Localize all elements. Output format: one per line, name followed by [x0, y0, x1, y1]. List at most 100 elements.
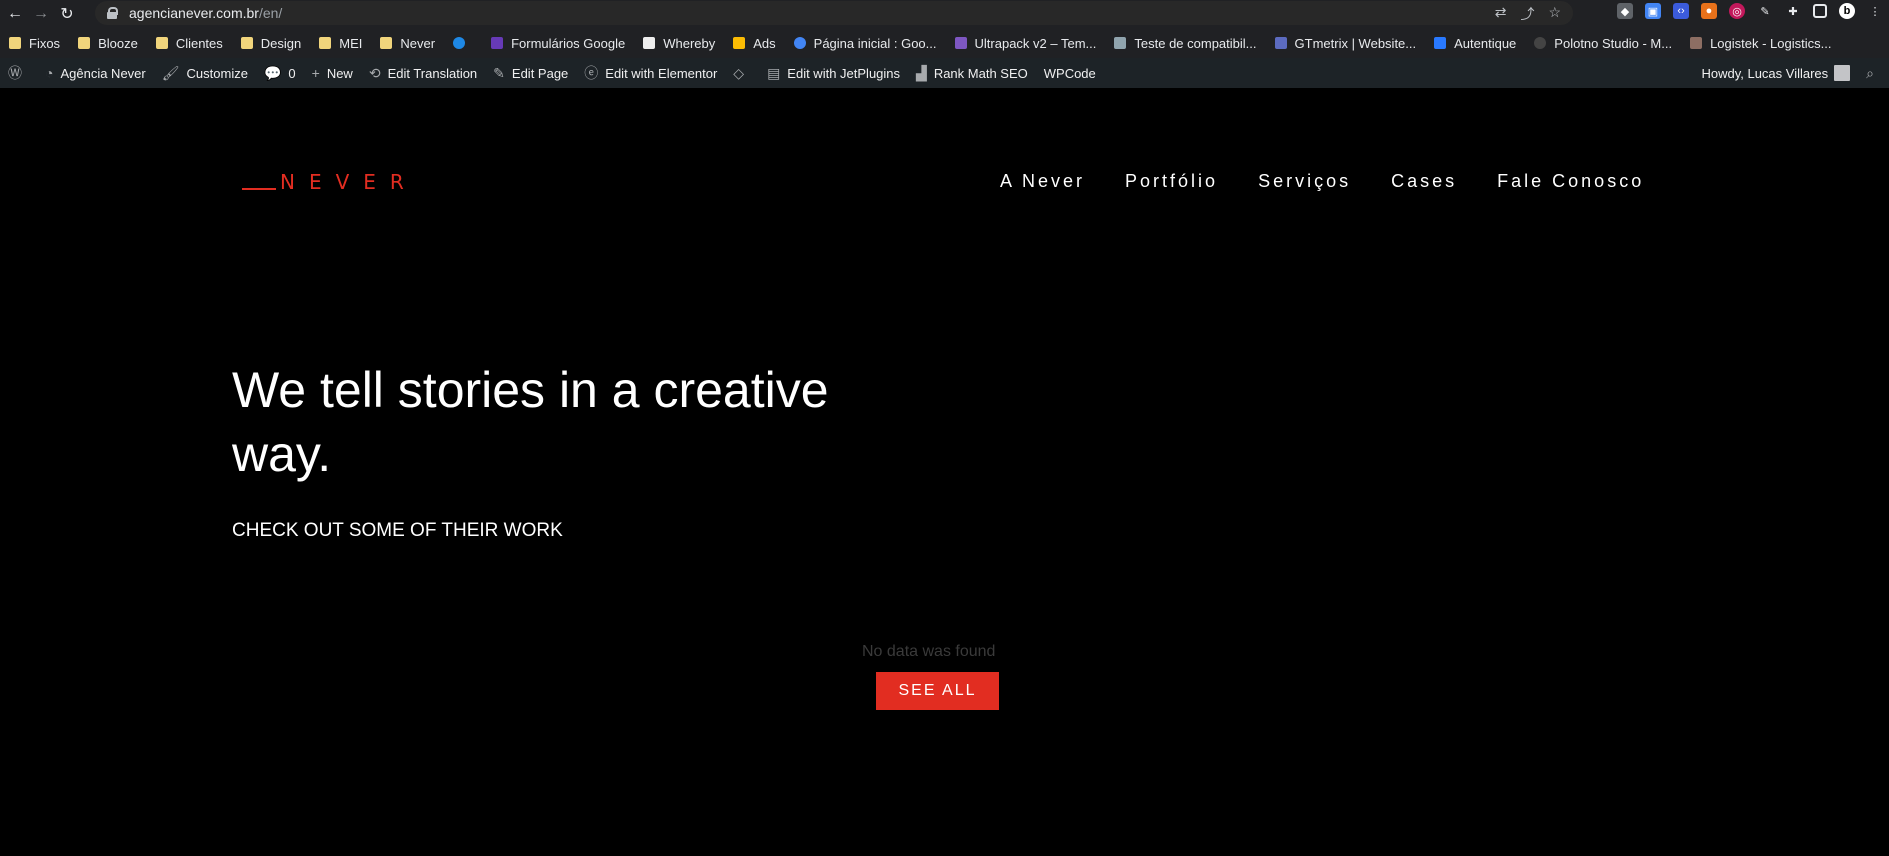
wp-site-name[interactable]: ◔ Agência Never — [37, 58, 154, 88]
extension-icon[interactable]: ‹› — [1673, 3, 1689, 19]
wp-search[interactable]: ⌕ — [1858, 58, 1889, 88]
jet-icon: ▤ — [767, 64, 781, 81]
menu-dots-icon[interactable]: ⋮ — [1867, 3, 1883, 19]
folder-icon — [78, 37, 91, 49]
bookmark-label: Logistek - Logistics... — [1710, 35, 1832, 51]
dashboard-icon: ◔ — [45, 65, 54, 81]
wp-admin-bar: Ⓦ ◔ Agência Never 🖌 Customize 💬 0 + New ⟲ Edi… — [0, 58, 1889, 88]
extension-icon[interactable]: ◎ — [1729, 3, 1745, 19]
google-ads-icon — [733, 37, 746, 49]
bookmark-item[interactable]: Formulários Google — [482, 36, 634, 51]
folder-icon — [380, 37, 393, 49]
wp-edit-page[interactable]: ✎ Edit Page — [485, 58, 576, 88]
forward-icon[interactable]: → — [30, 3, 52, 25]
puzzle-icon[interactable]: ✚ — [1785, 3, 1801, 19]
bookmark-star-icon[interactable]: ☆ — [1548, 4, 1561, 24]
wp-rank-math[interactable]: ▟ Rank Math SEO — [908, 58, 1036, 88]
wp-wpcode[interactable]: WPCode — [1036, 58, 1104, 88]
google-forms-icon — [491, 37, 504, 49]
pencil-icon: ✎ — [493, 64, 505, 81]
plus-icon: + — [311, 65, 320, 81]
whereby-icon — [643, 37, 656, 49]
bookmark-item[interactable]: Ads — [724, 36, 784, 51]
wp-edit-translation[interactable]: ⟲ Edit Translation — [361, 58, 485, 88]
site-page: NEVER A Never Portfólio Serviços Cases F… — [0, 88, 1889, 856]
bookmark-label: GTmetrix | Website... — [1294, 35, 1417, 51]
wp-account-menu[interactable]: Howdy, Lucas Villares — [1693, 58, 1858, 88]
wp-edit-translation-label: Edit Translation — [387, 65, 478, 81]
bookmark-label: Clientes — [175, 35, 223, 51]
bookmark-item[interactable] — [444, 37, 482, 49]
menu-item-servicos[interactable]: Serviços — [1258, 171, 1351, 192]
bookmark-item[interactable]: MEI — [310, 36, 371, 51]
wp-edit-jetplugins[interactable]: ▤ Edit with JetPlugins — [759, 58, 908, 88]
reload-icon[interactable]: ↻ — [56, 3, 78, 25]
bookmark-item[interactable]: Polotno Studio - M... — [1525, 36, 1681, 51]
wp-site-name-label: Agência Never — [60, 65, 146, 81]
extension-icon[interactable]: ◆ — [1617, 3, 1633, 19]
bookmark-item[interactable]: Whereby — [634, 36, 724, 51]
bookmark-label: Never — [400, 35, 436, 51]
main-menu: A Never Portfólio Serviços Cases Fale Co… — [1000, 171, 1644, 192]
wp-edit-page-label: Edit Page — [511, 65, 569, 81]
sidepanel-icon[interactable] — [1813, 4, 1827, 18]
bookmark-label: Whereby — [663, 35, 716, 51]
lock-icon — [107, 7, 118, 19]
wp-rank-math-label: Rank Math SEO — [933, 65, 1028, 81]
elementor-icon: ⓔ — [584, 65, 599, 81]
brush-icon: 🖌 — [161, 64, 180, 81]
gtmetrix-icon — [1274, 37, 1287, 49]
bookmark-label: Autentique — [1454, 35, 1517, 51]
wp-edit-elementor[interactable]: ⓔ Edit with Elementor — [576, 58, 725, 88]
bookmark-item[interactable]: Ultrapack v2 – Tem... — [946, 36, 1106, 51]
bookmark-label: Ads — [753, 35, 776, 51]
wp-new-content[interactable]: + New — [304, 58, 361, 88]
logo-text: NEVER — [280, 170, 418, 194]
bookmarks-bar: Fixos Blooze Clientes Design MEI Never F… — [0, 28, 1889, 58]
wp-edit-elementor-label: Edit with Elementor — [605, 65, 718, 81]
avatar — [1834, 65, 1851, 81]
bookmark-item[interactable]: Autentique — [1425, 36, 1525, 51]
hero-subheading: CHECK OUT SOME OF THEIR WORK — [232, 520, 563, 541]
menu-item-portfolio[interactable]: Portfólio — [1125, 171, 1218, 192]
wp-logo-menu[interactable]: Ⓦ — [0, 58, 37, 88]
wp-customize[interactable]: 🖌 Customize — [154, 58, 256, 88]
wp-new-label: New — [326, 65, 353, 81]
extension-icon[interactable]: ● — [1701, 3, 1717, 19]
profile-icon[interactable]: b — [1839, 3, 1855, 19]
folder-icon — [9, 37, 21, 49]
wp-customize-label: Customize — [186, 65, 248, 81]
bookmark-item[interactable]: Blooze — [69, 36, 147, 51]
bookmark-label: Ultrapack v2 – Tem... — [974, 35, 1097, 51]
address-bar[interactable]: agencianever.com.br/en/ ⇄ ⤴ ☆ — [95, 1, 1573, 25]
ultrapack-icon — [954, 37, 967, 49]
url-text[interactable]: agencianever.com.br/en/ — [129, 5, 282, 21]
bookmark-item[interactable]: Design — [232, 36, 310, 51]
share-icon[interactable]: ⤴ — [1520, 4, 1534, 24]
wp-comments[interactable]: 💬 0 — [256, 58, 304, 88]
translate-icon[interactable]: ⇄ — [1495, 4, 1507, 24]
menu-item-cases[interactable]: Cases — [1391, 171, 1457, 192]
hero-title: We tell stories in a creative way. — [232, 362, 829, 482]
bookmark-item[interactable]: Fixos — [0, 36, 69, 51]
bookmark-item[interactable]: GTmetrix | Website... — [1266, 36, 1426, 51]
bookmark-item[interactable]: Never — [371, 36, 444, 51]
url-path: /en/ — [258, 5, 283, 21]
extension-icon[interactable]: ▣ — [1645, 3, 1661, 19]
site-logo[interactable]: NEVER — [242, 172, 418, 192]
menu-item-fale-conosco[interactable]: Fale Conosco — [1497, 171, 1644, 192]
bookmark-item[interactable]: Página inicial : Goo... — [785, 36, 946, 51]
bookmark-item[interactable]: Logistek - Logistics... — [1681, 36, 1840, 51]
onedrive-icon — [453, 37, 466, 49]
menu-item-a-never[interactable]: A Never — [1000, 171, 1085, 192]
wordpress-icon: Ⓦ — [8, 65, 22, 81]
bookmark-label: Blooze — [98, 35, 138, 51]
wp-diamond-menu[interactable]: ◇ — [725, 58, 759, 88]
translation-icon: ⟲ — [368, 64, 381, 81]
eyedropper-icon[interactable]: ✎ — [1757, 3, 1773, 19]
folder-icon — [319, 37, 332, 49]
bookmark-item[interactable]: Clientes — [147, 36, 232, 51]
back-icon[interactable]: ← — [4, 3, 26, 25]
see-all-button[interactable]: SEE ALL — [876, 672, 999, 710]
bookmark-item[interactable]: Teste de compatibil... — [1105, 36, 1265, 51]
